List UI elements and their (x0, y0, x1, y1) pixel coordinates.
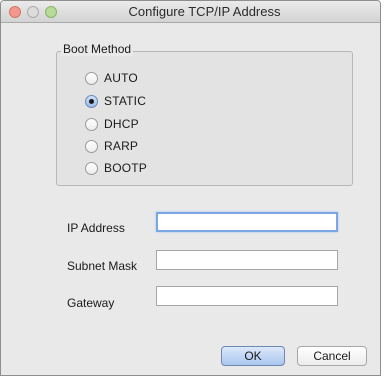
radio-circle-selected[interactable] (85, 94, 98, 108)
radio-label: RARP (104, 139, 139, 153)
radio-circle[interactable] (85, 161, 98, 175)
radio-auto[interactable]: AUTO (85, 70, 138, 86)
ip-address-label: IP Address (67, 221, 125, 235)
radio-circle[interactable] (85, 71, 98, 85)
radio-label: AUTO (104, 71, 138, 85)
radio-label: STATIC (104, 94, 147, 108)
radio-circle[interactable] (85, 139, 98, 153)
boot-method-label: Boot Method (61, 42, 134, 56)
window-title: Configure TCP/IP Address (128, 4, 281, 19)
radio-static[interactable]: STATIC (85, 93, 146, 109)
subnet-mask-label: Subnet Mask (67, 259, 138, 273)
ok-button[interactable]: OK (221, 346, 285, 366)
subnet-mask-field[interactable] (156, 250, 338, 270)
radio-bootp[interactable]: BOOTP (85, 160, 147, 176)
radio-circle[interactable] (85, 117, 98, 131)
gateway-field[interactable] (156, 286, 338, 306)
ip-address-field[interactable] (156, 212, 338, 232)
title-bar: Configure TCP/IP Address (1, 1, 380, 23)
cancel-button[interactable]: Cancel (297, 346, 367, 366)
radio-label: DHCP (104, 117, 139, 131)
radio-label: BOOTP (104, 161, 148, 175)
radio-rarp[interactable]: RARP (85, 138, 138, 154)
radio-dhcp[interactable]: DHCP (85, 116, 139, 132)
configure-tcpip-window: Configure TCP/IP Address Boot Method AUT… (0, 0, 381, 376)
gateway-label: Gateway (67, 296, 115, 310)
